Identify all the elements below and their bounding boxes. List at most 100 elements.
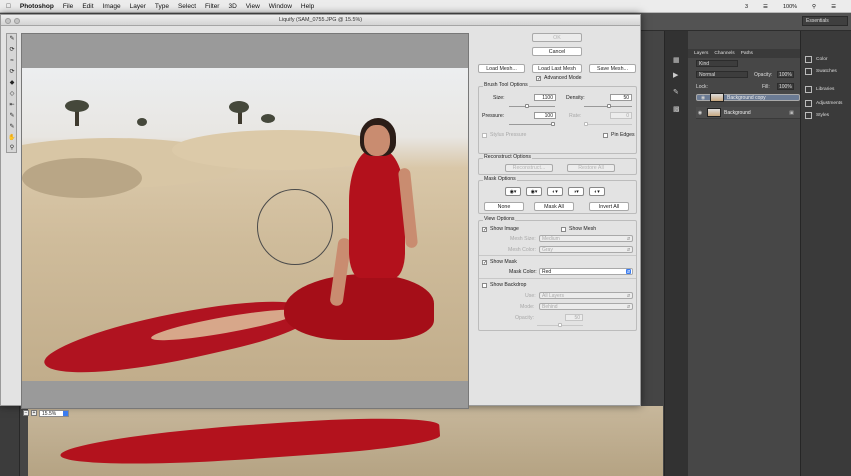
history-icon[interactable]: ▦ — [673, 56, 680, 64]
advanced-mode-checkbox[interactable]: ✓ — [536, 76, 541, 82]
show-mesh-checkbox[interactable] — [561, 227, 566, 232]
cancel-button[interactable]: Cancel — [532, 47, 582, 56]
show-mask-checkbox[interactable]: ✓ — [482, 260, 487, 266]
invert-all-button[interactable]: Invert All — [589, 202, 629, 211]
mesh-color-select[interactable]: Gray ⇵ — [539, 246, 633, 253]
pressure-slider[interactable] — [509, 122, 555, 126]
preview-canvas[interactable] — [21, 33, 469, 409]
density-slider-knob[interactable] — [607, 104, 611, 108]
density-field[interactable]: 50 — [610, 94, 632, 101]
status-count[interactable]: 3 — [745, 4, 748, 10]
layer-row-background-copy[interactable]: ◉ Background copy — [696, 93, 800, 102]
mask-add-icon[interactable]: ◉▾ — [526, 187, 542, 196]
zoom-out-icon[interactable]: − — [23, 410, 29, 416]
backdrop-opacity-field[interactable]: 50 — [565, 314, 583, 321]
menu-edit[interactable]: Edit — [82, 3, 93, 10]
search-icon[interactable]: ⚲ — [812, 4, 816, 10]
tab-paths[interactable]: Paths — [741, 51, 753, 56]
density-slider[interactable] — [584, 104, 632, 108]
menu-app[interactable]: Photoshop — [20, 3, 54, 10]
hand-icon[interactable]: ✋ — [8, 134, 16, 142]
wifi-icon[interactable]: ☰ — [763, 4, 768, 10]
panel-swatches[interactable]: Swatches — [805, 68, 837, 75]
restore-all-button[interactable]: Restore All — [567, 164, 615, 172]
size-field[interactable]: 1100 — [534, 94, 556, 101]
smooth-icon[interactable]: ≈ — [8, 57, 16, 65]
play-icon[interactable]: ▶ — [673, 71, 678, 79]
save-mesh-button[interactable]: Save Mesh... — [589, 64, 636, 73]
mask-all-button[interactable]: Mask All — [534, 202, 574, 211]
zoom-in-icon[interactable]: + — [31, 410, 37, 416]
fill-field[interactable]: 100% — [777, 83, 794, 90]
mask-invert-icon[interactable]: ◐▾ — [589, 187, 605, 196]
menu-type[interactable]: Type — [155, 3, 169, 10]
mask-color-select[interactable]: Red ⇵ — [539, 268, 633, 275]
freeze-mask-icon[interactable]: ✎ — [8, 112, 16, 120]
battery-status[interactable]: 100% — [783, 4, 797, 10]
pressure-slider-knob[interactable] — [551, 122, 555, 126]
panel-color[interactable]: Color — [805, 56, 827, 63]
rate-field[interactable]: 0 — [610, 112, 632, 119]
mask-replace-icon[interactable]: ◉▾ — [505, 187, 521, 196]
mask-subtract-icon[interactable]: ◐▾ — [547, 187, 563, 196]
mask-none-button[interactable]: None — [484, 202, 524, 211]
apple-icon[interactable]:  — [6, 3, 11, 10]
menu-filter[interactable]: Filter — [205, 3, 219, 10]
bloat-icon[interactable]: ◇ — [8, 90, 16, 98]
workspace-switcher[interactable]: Essentials — [802, 16, 848, 26]
load-last-mesh-button[interactable]: Load Last Mesh — [532, 64, 582, 73]
menu-layer[interactable]: Layer — [130, 3, 146, 10]
clone-icon[interactable]: ▩ — [673, 105, 680, 113]
show-backdrop-checkbox[interactable] — [482, 283, 487, 288]
push-left-icon[interactable]: ⇤ — [8, 101, 16, 109]
pin-edges-checkbox[interactable] — [603, 133, 608, 138]
menu-view[interactable]: View — [246, 3, 260, 10]
blend-mode-select[interactable]: Normal — [696, 71, 748, 78]
ok-button[interactable]: OK — [532, 33, 582, 42]
rate-slider[interactable] — [584, 122, 632, 126]
reconstruct-icon[interactable]: ⟳ — [8, 46, 16, 54]
minimize-icon[interactable] — [14, 18, 20, 24]
backdrop-opacity-slider-knob[interactable] — [558, 323, 562, 327]
thaw-mask-icon[interactable]: ✎ — [8, 123, 16, 131]
reconstruct-options-title: Reconstruct Options — [483, 154, 532, 160]
mode-select[interactable]: Behind ⇵ — [539, 303, 633, 310]
stylus-pressure-checkbox[interactable] — [482, 133, 487, 138]
show-image-checkbox[interactable]: ✓ — [482, 227, 487, 233]
load-mesh-button[interactable]: Load Mesh... — [478, 64, 525, 73]
mask-color-value: Red — [542, 269, 552, 275]
panel-libraries[interactable]: Libraries — [805, 86, 834, 93]
kind-filter[interactable]: Kind — [696, 60, 738, 67]
zoom-icon[interactable]: ⚲ — [8, 144, 16, 152]
forward-warp-icon[interactable]: ✎ — [8, 35, 16, 43]
menu-window[interactable]: Window — [269, 3, 292, 10]
tab-layers[interactable]: Layers — [694, 51, 708, 56]
menu-file[interactable]: File — [63, 3, 73, 10]
mesh-size-select[interactable]: Medium ⇵ — [539, 235, 633, 242]
menu-select[interactable]: Select — [178, 3, 196, 10]
tab-channels[interactable]: Channels — [714, 51, 734, 56]
use-select[interactable]: All Layers ⇵ — [539, 292, 633, 299]
pressure-field[interactable]: 100 — [534, 112, 556, 119]
eye-icon[interactable]: ◉ — [696, 110, 704, 116]
pucker-icon[interactable]: ◆ — [8, 79, 16, 87]
size-slider-knob[interactable] — [525, 104, 529, 108]
menu-image[interactable]: Image — [103, 3, 121, 10]
menu-help[interactable]: Help — [301, 3, 314, 10]
close-icon[interactable] — [5, 18, 11, 24]
mask-intersect-icon[interactable]: ◑▾ — [568, 187, 584, 196]
panel-adjustments[interactable]: Adjustments — [805, 100, 842, 107]
size-slider[interactable] — [509, 104, 555, 108]
list-icon[interactable]: ☰ — [831, 4, 836, 10]
twirl-icon[interactable]: ⟳ — [8, 68, 16, 76]
opacity-field[interactable]: 100% — [777, 71, 794, 78]
backdrop-opacity-slider[interactable] — [537, 323, 583, 327]
brush-panel-icon[interactable]: ✎ — [673, 88, 679, 96]
menu-3d[interactable]: 3D — [228, 3, 236, 10]
layer-row-background[interactable]: ◉ Background ▣ — [696, 107, 800, 119]
reconstruct-button[interactable]: Reconstruct... — [505, 164, 553, 172]
zoom-select[interactable]: 15.5% — [39, 410, 69, 417]
rate-slider-knob[interactable] — [584, 122, 588, 126]
panel-styles[interactable]: Styles — [805, 112, 829, 119]
eye-icon[interactable]: ◉ — [699, 95, 707, 101]
